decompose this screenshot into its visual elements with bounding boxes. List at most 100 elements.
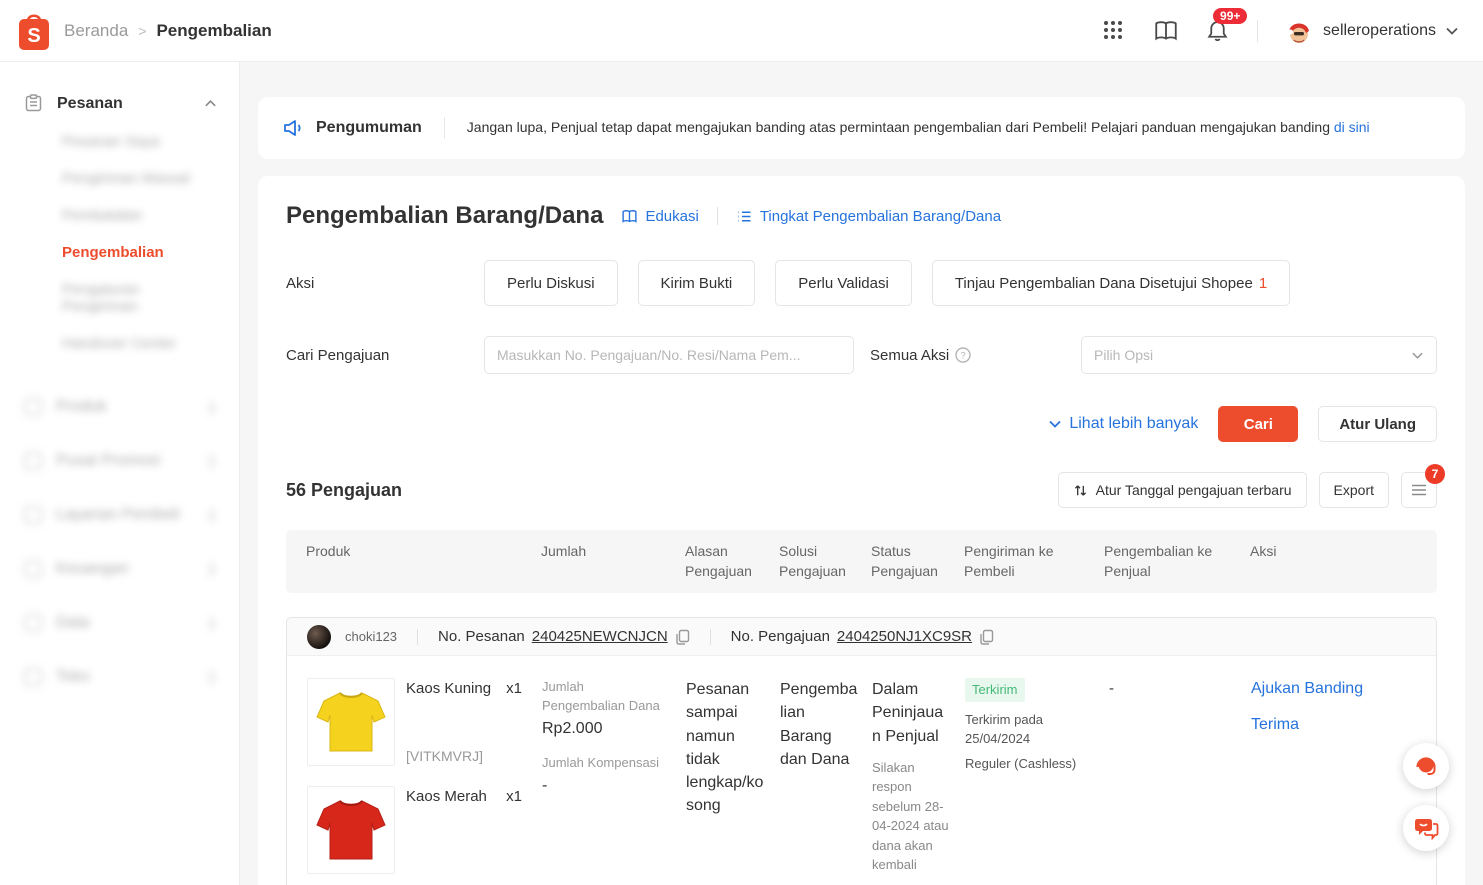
divider: [717, 207, 718, 225]
col-alasan-pengajuan: Alasan Pengajuan: [685, 542, 779, 581]
copy-icon[interactable]: [675, 629, 690, 645]
breadcrumb-home[interactable]: Beranda: [64, 21, 128, 41]
order-number: No. Pesanan 240425NEWCNJCN: [438, 628, 690, 645]
returns-card: Pengembalian Barang/Dana Edukasi Tingkat…: [258, 176, 1465, 885]
product-image-yellow-shirt[interactable]: [307, 678, 395, 766]
chevron-down-icon: [1411, 349, 1424, 362]
request-number-label: No. Pengajuan: [731, 628, 830, 645]
sidebar-section-keuangan[interactable]: Keuangan ❯: [0, 542, 239, 596]
chip-label: Kirim Bukti: [661, 275, 733, 292]
export-label: Export: [1334, 482, 1374, 498]
perlu-diskusi-button[interactable]: Perlu Diskusi: [484, 260, 618, 306]
sidebar-item-pengaturan-pengiriman[interactable]: Pengaturan Pengiriman: [0, 271, 239, 325]
product-name: Kaos Merah: [406, 786, 487, 807]
apps-grid-icon[interactable]: [1101, 18, 1127, 44]
sidebar-section-pusat-promosi[interactable]: Pusat Promosi ❯: [0, 434, 239, 488]
chevron-right-icon: ❯: [206, 561, 217, 577]
refund-amount-value: Rp2.000: [542, 718, 670, 740]
buyer-username[interactable]: choki123: [345, 629, 397, 644]
pengiriman-cell: Terkirim Terkirim pada 25/04/2024 Regule…: [965, 678, 1105, 875]
section-icon: [24, 506, 42, 524]
status-cell: Dalam Peninjauan Penjual Silakan respon …: [872, 678, 965, 875]
kirim-bukti-button[interactable]: Kirim Bukti: [638, 260, 756, 306]
sidebar-section-produk[interactable]: Produk ❯: [0, 380, 239, 434]
edukasi-label: Edukasi: [645, 208, 698, 225]
sidebar-group-pesanan[interactable]: Pesanan: [0, 94, 239, 113]
sidebar-item-pesanan-saya[interactable]: Pesanan Saya: [0, 123, 239, 160]
sidebar-group-label: Pesanan: [57, 95, 123, 113]
account-menu[interactable]: selleroperations: [1284, 16, 1459, 46]
breadcrumb: Beranda > Pengembalian: [64, 21, 272, 41]
support-float-button[interactable]: [1403, 743, 1449, 789]
pilih-opsi-select[interactable]: Pilih Opsi: [1081, 336, 1437, 374]
aksi-label: Aksi: [286, 275, 484, 292]
col-jumlah: Jumlah: [541, 542, 685, 581]
terima-link[interactable]: Terima: [1251, 714, 1436, 736]
bell-icon[interactable]: 99+: [1205, 18, 1231, 44]
filter-badge: 7: [1425, 464, 1445, 484]
book-icon: [621, 208, 638, 225]
announcement-title: Pengumuman: [316, 119, 422, 137]
breadcrumb-current: Pengembalian: [156, 21, 271, 41]
product-image-red-shirt[interactable]: [307, 786, 395, 874]
chat-icon: [1413, 816, 1439, 840]
perlu-validasi-button[interactable]: Perlu Validasi: [775, 260, 912, 306]
return-request-row: choki123 No. Pesanan 240425NEWCNJCN No. …: [286, 617, 1437, 885]
clipboard-icon: [24, 94, 43, 113]
main-content: Pengumuman Jangan lupa, Penjual tetap da…: [240, 62, 1483, 885]
refund-amount-label: Jumlah Pengembalian Dana: [542, 678, 670, 716]
announcement-text: Jangan lupa, Penjual tetap dapat mengaju…: [445, 117, 1370, 139]
sidebar-item-pengembalian[interactable]: Pengembalian: [0, 234, 239, 271]
section-icon: [24, 452, 42, 470]
chevron-up-icon: [204, 97, 217, 110]
ajukan-banding-link[interactable]: Ajukan Banding: [1251, 678, 1436, 700]
topbar: S Beranda > Pengembalian 99+: [0, 0, 1483, 62]
chevron-right-icon: ❯: [206, 399, 217, 415]
buyer-avatar[interactable]: [307, 625, 331, 649]
tingkat-pengembalian-link[interactable]: Tingkat Pengembalian Barang/Dana: [736, 208, 1001, 225]
chat-float-button[interactable]: [1403, 805, 1449, 851]
cari-button[interactable]: Cari: [1218, 406, 1298, 442]
sort-button[interactable]: Atur Tanggal pengajuan terbaru: [1058, 472, 1307, 508]
sidebar-item-handover-center[interactable]: Handover Center: [0, 325, 239, 362]
order-number-value[interactable]: 240425NEWCNJCN: [532, 628, 668, 645]
request-number-value[interactable]: 2404250NJ1XC9SR: [837, 628, 972, 645]
shopee-logo[interactable]: S: [14, 9, 54, 53]
announcement-link[interactable]: di sini: [1334, 119, 1370, 135]
avatar: [1284, 16, 1314, 46]
product-item: Kaos Kuning x1 [VITKMVRJ]: [307, 678, 542, 766]
lihat-lebih-label: Lihat lebih banyak: [1069, 415, 1198, 433]
col-status-pengajuan: Status Pengajuan: [871, 542, 964, 581]
sidebar-section-data[interactable]: Data ❯: [0, 596, 239, 650]
copy-icon[interactable]: [979, 629, 994, 645]
col-pengiriman-ke-pembeli: Pengiriman ke Pembeli: [964, 542, 1104, 581]
help-icon[interactable]: ?: [955, 347, 971, 363]
sidebar-section-label: Data: [56, 614, 90, 632]
search-input[interactable]: [484, 336, 854, 374]
megaphone-icon: [282, 117, 304, 139]
edukasi-link[interactable]: Edukasi: [621, 208, 698, 225]
export-button[interactable]: Export: [1319, 472, 1389, 508]
headset-icon: [1413, 753, 1439, 779]
order-body: Kaos Kuning x1 [VITKMVRJ]: [287, 656, 1436, 885]
request-number: No. Pengajuan 2404250NJ1XC9SR: [731, 628, 994, 645]
page-title: Pengembalian Barang/Dana: [286, 202, 603, 230]
filter-settings-button[interactable]: 7: [1401, 472, 1437, 508]
lihat-lebih-banyak-link[interactable]: Lihat lebih banyak: [1048, 415, 1198, 433]
sidebar-section-layanan-pembeli[interactable]: Layanan Pembeli ❯: [0, 488, 239, 542]
compensation-value: -: [542, 775, 670, 797]
tinjau-pengembalian-button[interactable]: Tinjau Pengembalian Dana Disetujui Shope…: [932, 260, 1290, 306]
jumlah-cell: Jumlah Pengembalian Dana Rp2.000 Jumlah …: [542, 678, 686, 875]
col-pengembalian-ke-penjual: Pengembalian ke Penjual: [1104, 542, 1250, 581]
sidebar-section-toko[interactable]: Toko ❯: [0, 650, 239, 704]
svg-text:S: S: [27, 25, 40, 47]
atur-ulang-button[interactable]: Atur Ulang: [1318, 406, 1437, 442]
book-icon[interactable]: [1153, 18, 1179, 44]
announcement-message: Jangan lupa, Penjual tetap dapat mengaju…: [467, 119, 1330, 135]
divider: [710, 629, 711, 645]
product-item: Kaos Merah x1: [307, 786, 542, 874]
sidebar-item-pengiriman-massal[interactable]: Pengiriman Massal: [0, 160, 239, 197]
sidebar-item-pembatalan[interactable]: Pembatalan: [0, 197, 239, 234]
sort-icon: [1073, 483, 1088, 498]
svg-text:?: ?: [961, 350, 966, 361]
